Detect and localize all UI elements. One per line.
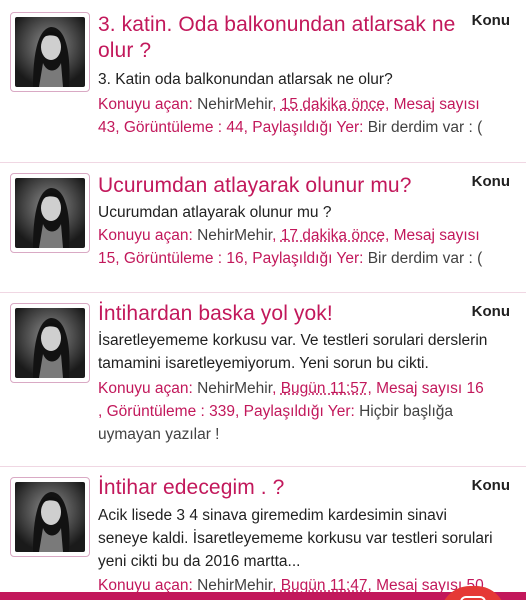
shared-in-label: , Paylaşıldığı Yer:: [244, 119, 368, 136]
topic-title[interactable]: İntihardan baska yol yok!: [98, 301, 466, 327]
shared-in-category[interactable]: Hiçbir başlığa: [359, 403, 453, 420]
user-avatar-photo: [15, 178, 85, 248]
topic-meta: Konuyu açan: NehirMehir, 15 dakika önce,…: [98, 93, 508, 139]
topic-item[interactable]: İntihar edecegim . ? Konu Acik lisede 3 …: [0, 467, 526, 600]
topic-title[interactable]: 3. katin. Oda balkonundan atlarsak ne ol…: [98, 12, 466, 64]
topic-type-badge: Konu: [472, 477, 510, 494]
topic-title-line[interactable]: olur ?: [98, 38, 466, 64]
topic-item[interactable]: 3. katin. Oda balkonundan atlarsak ne ol…: [0, 0, 526, 160]
separator: ,: [272, 227, 281, 244]
user-avatar-photo: [15, 17, 85, 87]
user-avatar-photo: [15, 482, 85, 552]
views-label: , Görüntüleme :: [115, 250, 226, 267]
topic-type-badge: Konu: [472, 12, 510, 29]
post-time-link[interactable]: 17 dakika önce: [281, 227, 385, 244]
post-time-link[interactable]: 15 dakika önce: [281, 96, 385, 113]
opener-label: Konuyu açan:: [98, 227, 197, 244]
topic-meta: Konuyu açan: NehirMehir, 17 dakika önce,…: [98, 224, 508, 270]
topic-snippet: Ucurumdan atlayarak olunur mu ?: [98, 201, 508, 224]
views-label: , Görüntüleme :: [115, 119, 226, 136]
separator: ,: [272, 380, 281, 397]
topic-snippet: Acik lisede 3 4 sinava giremedim kardesi…: [98, 504, 508, 573]
topic-title-line[interactable]: 3. katin. Oda balkonundan atlarsak ne: [98, 12, 466, 38]
topic-title[interactable]: Ucurumdan atlayarak olunur mu?: [98, 173, 466, 199]
topic-snippet: 3. Katin oda balkonundan atlarsak ne olu…: [98, 68, 508, 91]
message-count-label: , Mesaj sayısı: [367, 380, 466, 397]
message-count: 15: [98, 250, 115, 267]
snippet-line: yeni cikti bu da 2016 martta...: [98, 550, 508, 573]
topic-title-line[interactable]: İntihardan baska yol yok!: [98, 301, 466, 327]
topic-meta: Konuyu açan: NehirMehir, Bugün 11:57, Me…: [98, 377, 508, 446]
opener-name[interactable]: NehirMehir: [197, 380, 272, 397]
shared-in-label: , Paylaşıldığı Yer:: [235, 403, 359, 420]
shared-in-category[interactable]: Bir derdim var : (: [368, 250, 483, 267]
shared-in-category[interactable]: Bir derdim var : (: [368, 119, 483, 136]
topic-title-line[interactable]: Ucurumdan atlayarak olunur mu?: [98, 173, 466, 199]
message-count-label: , Mesaj sayısı: [385, 227, 480, 244]
opener-name[interactable]: NehirMehir: [197, 96, 272, 113]
shared-in-label: , Paylaşıldığı Yer:: [244, 250, 368, 267]
topic-title[interactable]: İntihar edecegim . ?: [98, 475, 466, 501]
shared-in-category-cont[interactable]: uymayan yazılar !: [98, 426, 219, 443]
topic-item[interactable]: İntihardan baska yol yok! Konu İsaretley…: [0, 293, 526, 465]
message-count: 43: [98, 119, 115, 136]
message-count-label: , Mesaj sayısı: [385, 96, 480, 113]
avatar[interactable]: [10, 12, 90, 92]
opener-label: Konuyu açan:: [98, 380, 197, 397]
message-count: 16: [467, 380, 484, 397]
views-count: 16: [226, 250, 243, 267]
fab-icon: [460, 596, 486, 600]
views-count: 339: [209, 403, 235, 420]
avatar[interactable]: [10, 173, 90, 253]
separator: ,: [272, 96, 281, 113]
snippet-line: seneye kaldi. İsaretleyememe korkusu var…: [98, 527, 508, 550]
opener-name[interactable]: NehirMehir: [197, 227, 272, 244]
snippet-line: tamamini isaretleyemiyorum. Yeni sorun b…: [98, 352, 508, 375]
topic-title-line[interactable]: İntihar edecegim . ?: [98, 475, 466, 501]
snippet-line: Acik lisede 3 4 sinava giremedim kardesi…: [98, 504, 508, 527]
topic-type-badge: Konu: [472, 173, 510, 190]
avatar[interactable]: [10, 477, 90, 557]
topic-item[interactable]: Ucurumdan atlayarak olunur mu? Konu Ucur…: [0, 163, 526, 291]
snippet-line: İsaretleyememe korkusu var. Ve testleri …: [98, 329, 508, 352]
views-label: , Görüntüleme :: [98, 403, 209, 420]
opener-label: Konuyu açan:: [98, 96, 197, 113]
topic-type-badge: Konu: [472, 303, 510, 320]
views-count: 44: [226, 119, 243, 136]
avatar[interactable]: [10, 303, 90, 383]
post-time-link[interactable]: Bugün 11:57: [281, 380, 368, 397]
user-avatar-photo: [15, 308, 85, 378]
topic-snippet: İsaretleyememe korkusu var. Ve testleri …: [98, 329, 508, 375]
